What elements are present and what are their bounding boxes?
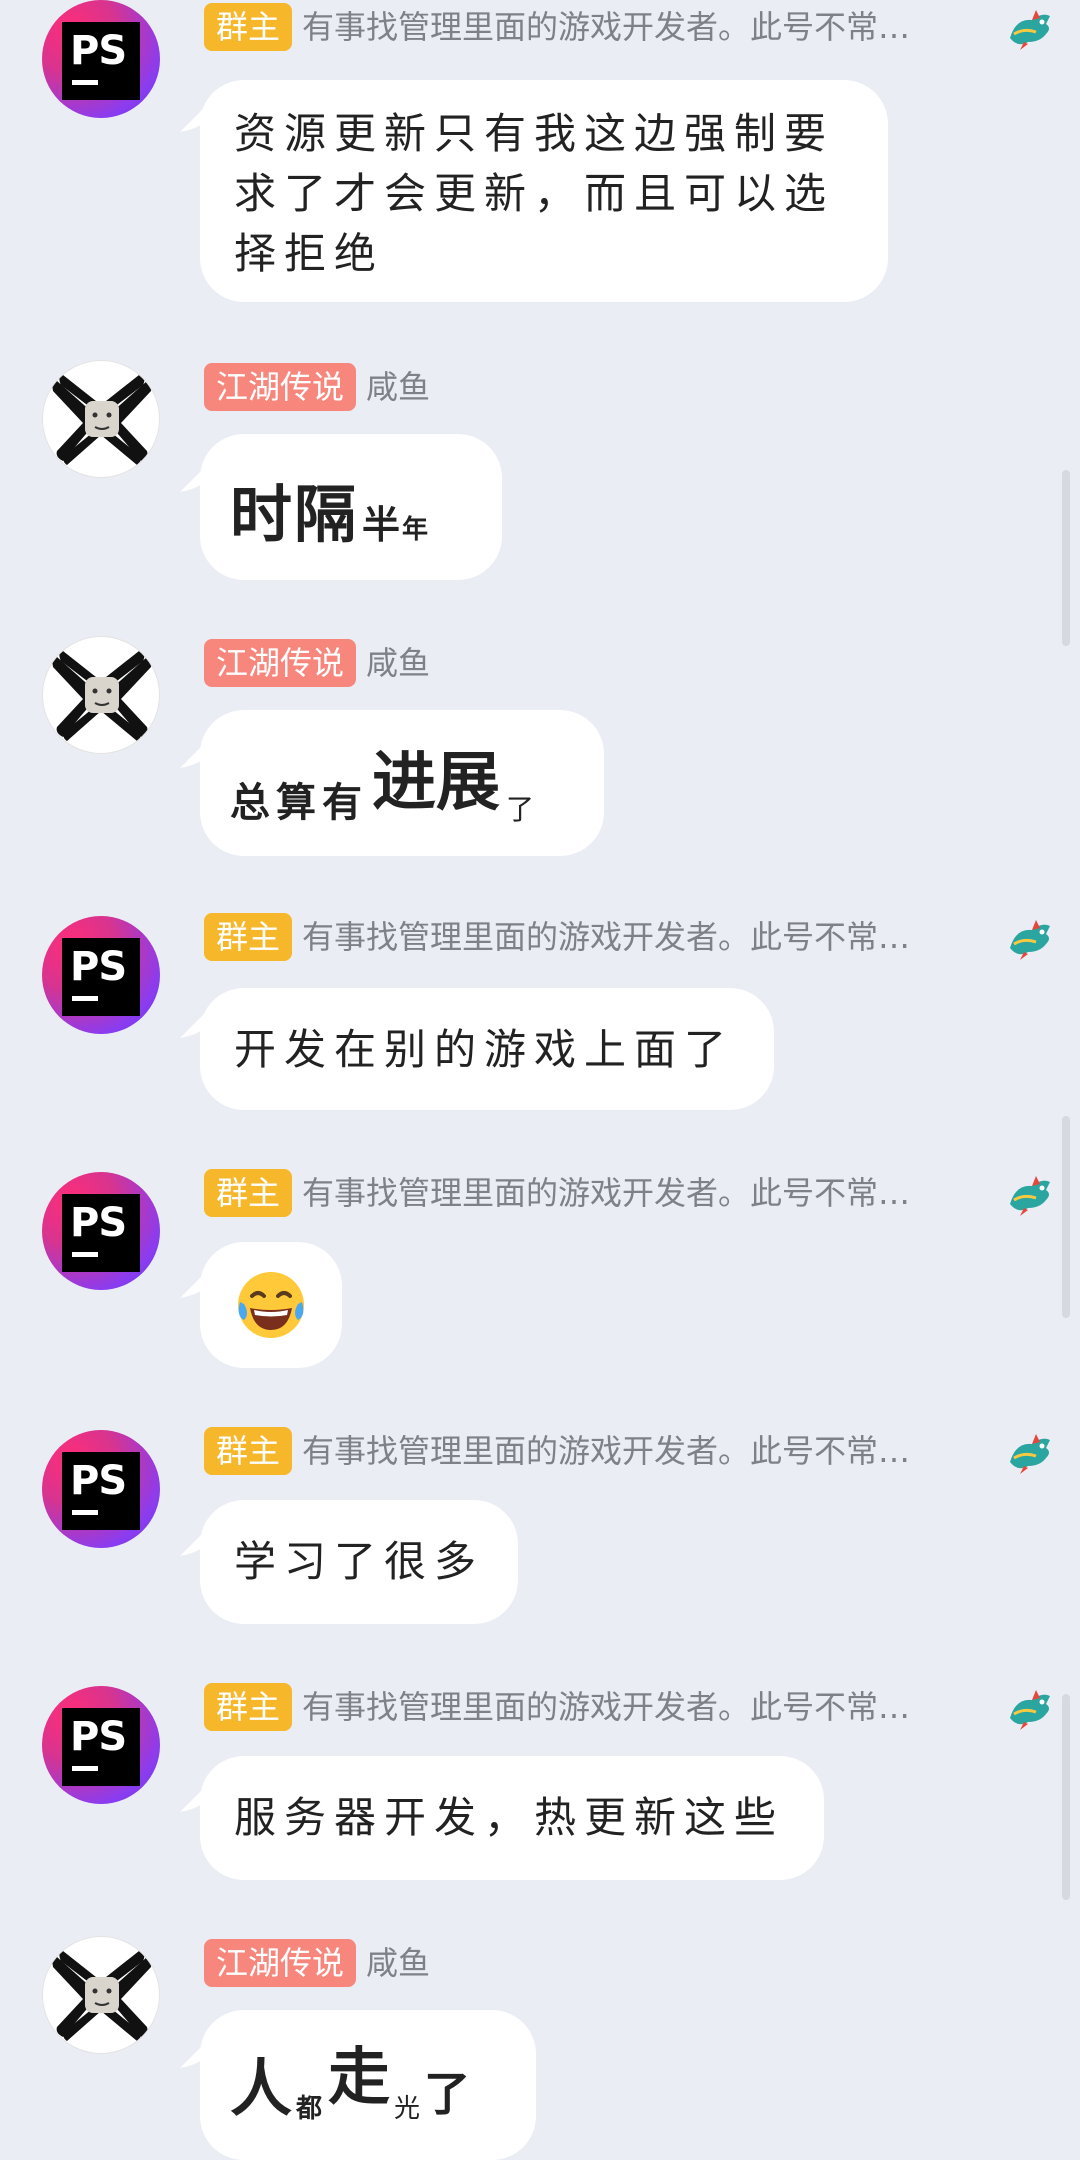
message-text: 年 bbox=[402, 515, 429, 545]
message-header: 群主 有事找管理里面的游戏开发者。此号不常… bbox=[204, 1168, 992, 1218]
message-text: 半 bbox=[362, 502, 401, 547]
legend-badge: 江湖传说 bbox=[204, 639, 357, 687]
message-bubble[interactable]: 总算有 进展 了 bbox=[200, 710, 604, 856]
message-text: 了 bbox=[506, 793, 535, 826]
chat-message: 江湖传说 咸鱼 时隔 半 年 bbox=[0, 360, 1080, 600]
message-text: 服务器开发，热更新这些 bbox=[234, 1793, 785, 1842]
message-text: 走 bbox=[328, 2040, 391, 2113]
ps-avatar-icon[interactable]: PS bbox=[42, 1172, 160, 1290]
message-bubble[interactable]: 资源更新只有我这边强制要 求了才会更新，而且可以选 择拒绝 bbox=[200, 80, 888, 302]
dragon-level-icon bbox=[1010, 1690, 1050, 1730]
message-header: 江湖传说 咸鱼 bbox=[204, 362, 430, 412]
owner-badge: 群主 bbox=[204, 913, 293, 961]
dragon-level-icon bbox=[1010, 10, 1050, 50]
x-meme-avatar-icon[interactable] bbox=[42, 1936, 160, 2054]
message-text: 开发在别的游戏上面了 bbox=[234, 1025, 735, 1074]
owner-badge: 群主 bbox=[204, 1169, 293, 1217]
message-bubble[interactable]: 学习了很多 bbox=[200, 1500, 518, 1624]
message-text: 都 bbox=[296, 2094, 323, 2124]
sender-name[interactable]: 有事找管理里面的游戏开发者。此号不常… bbox=[302, 1169, 992, 1217]
message-text: 光 bbox=[394, 2094, 421, 2124]
owner-badge: 群主 bbox=[204, 1427, 293, 1475]
ps-avatar-icon[interactable]: PS bbox=[42, 916, 160, 1034]
owner-badge: 群主 bbox=[204, 1683, 293, 1731]
message-header: 群主 有事找管理里面的游戏开发者。此号不常… bbox=[204, 2, 992, 52]
message-text: 学习了很多 bbox=[234, 1537, 485, 1586]
message-header: 群主 有事找管理里面的游戏开发者。此号不常… bbox=[204, 1682, 992, 1732]
legend-badge: 江湖传说 bbox=[204, 1939, 357, 1987]
chat-message: 江湖传说 咸鱼 总算有 进展 了 bbox=[0, 636, 1080, 876]
message-text: 资源更新只有我这边强制要 bbox=[234, 109, 835, 158]
scrollbar[interactable] bbox=[1062, 470, 1070, 646]
message-header: 江湖传说 咸鱼 bbox=[204, 638, 430, 688]
dragon-level-icon bbox=[1010, 1176, 1050, 1216]
message-header: 群主 有事找管理里面的游戏开发者。此号不常… bbox=[204, 1426, 992, 1476]
sender-name[interactable]: 咸鱼 bbox=[366, 1939, 430, 1987]
message-bubble[interactable]: 😂 bbox=[200, 1242, 342, 1368]
owner-badge: 群主 bbox=[204, 3, 293, 51]
message-header: 江湖传说 咸鱼 bbox=[204, 1938, 430, 1988]
sender-name[interactable]: 有事找管理里面的游戏开发者。此号不常… bbox=[302, 1683, 992, 1731]
ps-avatar-icon[interactable]: PS bbox=[42, 1686, 160, 1804]
x-meme-avatar-icon[interactable] bbox=[42, 636, 160, 754]
message-text: 进展 bbox=[372, 745, 500, 820]
legend-badge: 江湖传说 bbox=[204, 363, 357, 411]
chat-message: PS 群主 有事找管理里面的游戏开发者。此号不常… 开发在别的游戏上面了 bbox=[0, 910, 1080, 1130]
message-text: 总算有 bbox=[230, 779, 368, 826]
chat-message: PS 群主 有事找管理里面的游戏开发者。此号不常… 资源更新只有我这边强制要 求… bbox=[0, 0, 1080, 320]
scrollbar[interactable] bbox=[1062, 1694, 1070, 1900]
message-header: 群主 有事找管理里面的游戏开发者。此号不常… bbox=[204, 912, 992, 962]
chat-message: PS 群主 有事找管理里面的游戏开发者。此号不常… 服务器开发，热更新这些 bbox=[0, 1680, 1080, 1900]
message-bubble[interactable]: 人 都 走 光 了 bbox=[200, 2010, 536, 2160]
ps-avatar-icon[interactable]: PS bbox=[42, 0, 160, 118]
message-bubble[interactable]: 服务器开发，热更新这些 bbox=[200, 1756, 824, 1880]
chat-message: PS 群主 有事找管理里面的游戏开发者。此号不常… 😂 bbox=[0, 1166, 1080, 1386]
message-text: 了 bbox=[424, 2067, 471, 2121]
ps-avatar-icon[interactable]: PS bbox=[42, 1430, 160, 1548]
dragon-level-icon bbox=[1010, 920, 1050, 960]
sender-name[interactable]: 有事找管理里面的游戏开发者。此号不常… bbox=[302, 1427, 992, 1475]
sender-name[interactable]: 咸鱼 bbox=[366, 363, 430, 411]
laughing-tears-emoji-icon bbox=[238, 1272, 304, 1338]
message-bubble[interactable]: 时隔 半 年 bbox=[200, 434, 502, 580]
chat-message: PS 群主 有事找管理里面的游戏开发者。此号不常… 学习了很多 bbox=[0, 1424, 1080, 1644]
message-text: 人 bbox=[230, 2052, 293, 2125]
chat-message: 江湖传说 咸鱼 人 都 走 光 了 bbox=[0, 1936, 1080, 2160]
dragon-level-icon bbox=[1010, 1434, 1050, 1474]
message-bubble[interactable]: 开发在别的游戏上面了 bbox=[200, 988, 774, 1110]
scrollbar[interactable] bbox=[1062, 1116, 1070, 1318]
message-text: 时隔 bbox=[230, 478, 359, 551]
message-text: 择拒绝 bbox=[234, 229, 385, 278]
message-text: 求了才会更新，而且可以选 bbox=[234, 169, 835, 218]
x-meme-avatar-icon[interactable] bbox=[42, 360, 160, 478]
sender-name[interactable]: 有事找管理里面的游戏开发者。此号不常… bbox=[302, 913, 992, 961]
sender-name[interactable]: 有事找管理里面的游戏开发者。此号不常… bbox=[302, 3, 992, 51]
sender-name[interactable]: 咸鱼 bbox=[366, 639, 430, 687]
